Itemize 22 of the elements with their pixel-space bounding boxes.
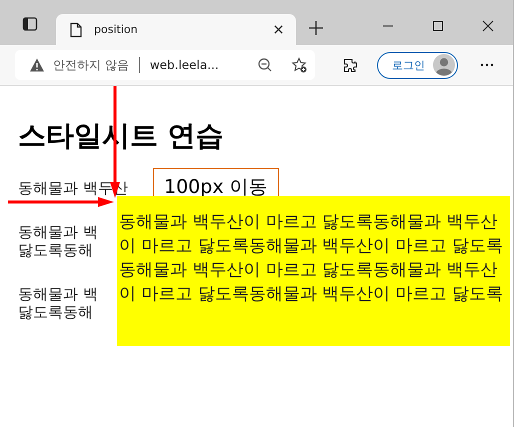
positioned-box: 동해물과 백두산이 마르고 닳도록동해물과 백두산이 마르고 닳도록동해물과 백두산이 마르고 닳도록동해물과 백두산이 마르고 닳도록동해물과 백두산이 마르고 닳도록동해물과 백두산이 마르고 닳도록 xyxy=(117,196,510,346)
browser-tab[interactable]: position xyxy=(56,14,296,45)
new-tab-icon[interactable] xyxy=(308,20,324,36)
add-favorite-icon[interactable] xyxy=(291,57,307,73)
extensions-icon[interactable] xyxy=(342,57,358,73)
url-text: web.leela... xyxy=(150,58,219,72)
tab-actions-icon[interactable] xyxy=(22,16,38,32)
page-icon xyxy=(68,22,84,38)
paragraph-line: 닳도록동해 xyxy=(18,303,93,321)
maximize-icon[interactable] xyxy=(432,20,444,32)
address-bar[interactable]: 안전하지 않음 web.leela... xyxy=(15,50,315,80)
zoom-out-icon[interactable] xyxy=(257,57,273,73)
avatar-icon xyxy=(433,54,455,76)
paragraph-line: 동해물과 백 xyxy=(18,223,98,241)
security-label: 안전하지 않음 xyxy=(53,56,129,74)
tab-title: position xyxy=(94,23,139,36)
close-icon[interactable] xyxy=(482,20,494,32)
paragraph-line: 동해물과 백 xyxy=(18,285,98,303)
login-button[interactable]: 로그인 xyxy=(377,52,458,78)
paragraph-line: 닳도록동해 xyxy=(18,241,93,259)
close-icon[interactable] xyxy=(273,24,284,35)
warning-icon xyxy=(29,57,45,73)
